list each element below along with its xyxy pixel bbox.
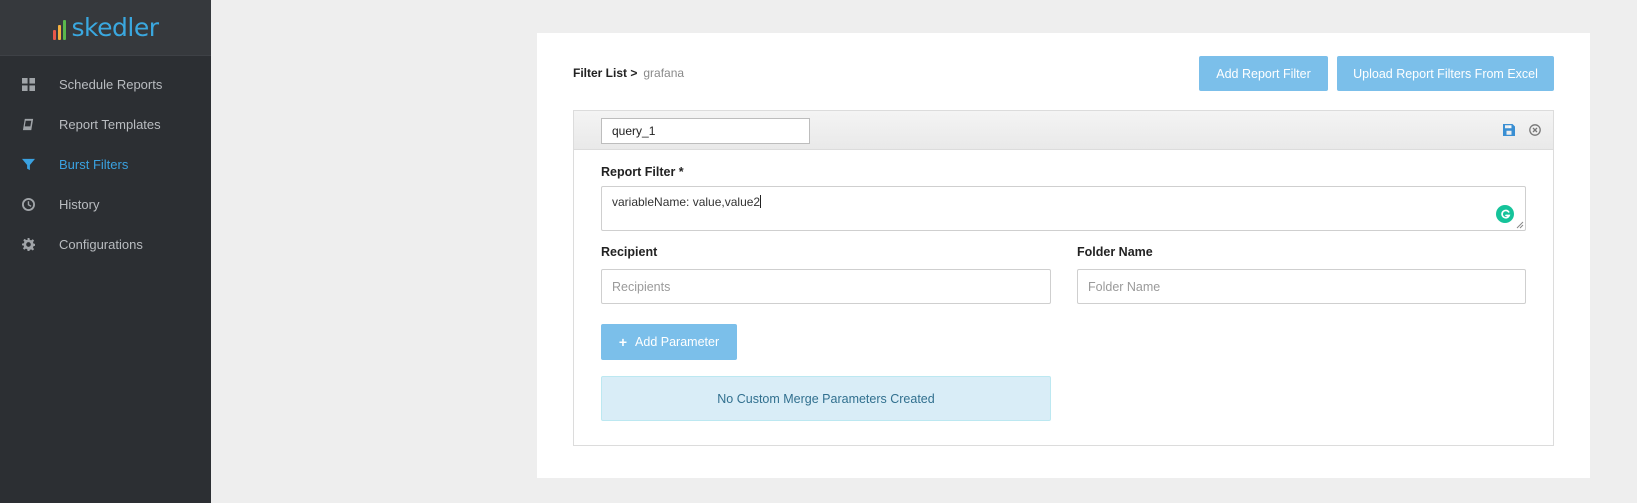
sidebar-item-report-templates[interactable]: Report Templates	[0, 104, 211, 144]
logo-bar: skedler	[0, 0, 211, 56]
sidebar-item-label: Report Templates	[59, 116, 161, 132]
sidebar-item-burst-filters[interactable]: Burst Filters	[0, 144, 211, 184]
breadcrumb-root[interactable]: Filter List >	[573, 66, 637, 80]
no-parameters-alert: No Custom Merge Parameters Created	[601, 376, 1051, 421]
book-icon	[21, 117, 35, 131]
resize-grip-icon[interactable]	[1516, 221, 1524, 229]
filter-icon	[21, 157, 35, 171]
folder-name-input[interactable]	[1077, 269, 1526, 304]
sidebar-item-label: Burst Filters	[59, 156, 129, 172]
report-filter-value: variableName: value,value2	[612, 195, 761, 209]
upload-report-filters-button[interactable]: Upload Report Filters From Excel	[1337, 56, 1554, 91]
gear-icon	[21, 237, 35, 251]
add-report-filter-button[interactable]: Add Report Filter	[1199, 56, 1328, 91]
folder-name-label: Folder Name	[1077, 245, 1153, 259]
report-filter-label: Report Filter *	[601, 165, 684, 179]
recipient-input[interactable]	[601, 269, 1051, 304]
add-parameter-label: Add Parameter	[635, 335, 720, 349]
sidebar-nav: Schedule Reports Report Templates Burst …	[0, 64, 211, 264]
plus-icon: +	[618, 334, 628, 350]
brand-name: skedler	[71, 13, 159, 42]
sidebar: skedler Schedule Reports Report Template…	[0, 0, 211, 503]
save-icon[interactable]	[1502, 123, 1516, 137]
filter-list-card: Filter List > grafana Add Report Filter …	[537, 33, 1590, 478]
report-filter-textarea[interactable]: variableName: value,value2	[601, 186, 1526, 231]
text-caret	[760, 195, 762, 208]
sidebar-item-configurations[interactable]: Configurations	[0, 224, 211, 264]
sidebar-item-label: History	[59, 196, 100, 212]
brand-logo[interactable]: skedler	[52, 13, 159, 42]
dashboard-grid-icon	[21, 77, 35, 91]
logo-bars-icon	[52, 20, 66, 40]
clock-icon	[21, 197, 35, 211]
breadcrumb-current: grafana	[643, 66, 685, 80]
sidebar-item-label: Schedule Reports	[59, 76, 163, 92]
filter-panel: Report Filter * variableName: value,valu…	[573, 110, 1554, 446]
add-parameter-button[interactable]: + Add Parameter	[601, 324, 737, 360]
sidebar-item-history[interactable]: History	[0, 184, 211, 224]
sidebar-item-label: Configurations	[59, 236, 143, 252]
filter-name-input[interactable]	[601, 118, 810, 144]
close-icon[interactable]	[1528, 123, 1542, 137]
breadcrumb: Filter List > grafana	[573, 66, 684, 80]
filter-panel-header	[574, 111, 1553, 150]
grammarly-icon[interactable]	[1496, 205, 1514, 223]
recipient-label: Recipient	[601, 245, 658, 259]
sidebar-item-schedule-reports[interactable]: Schedule Reports	[0, 64, 211, 104]
